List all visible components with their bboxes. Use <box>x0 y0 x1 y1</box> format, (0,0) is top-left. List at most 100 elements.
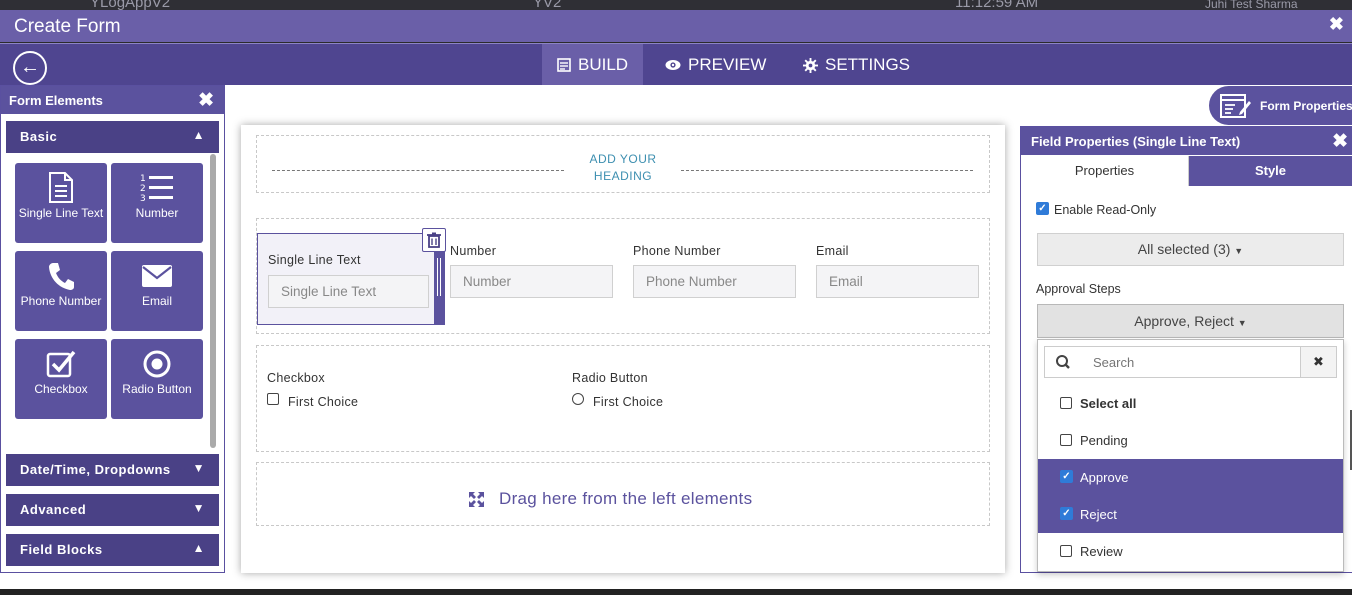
tile-label: Email <box>141 294 172 308</box>
close-panel-icon[interactable]: ✖ <box>1332 130 1348 153</box>
field-resize-handle[interactable] <box>434 250 445 325</box>
approval-steps-dropdown[interactable]: Approve, Reject ▼ <box>1037 304 1344 338</box>
approval-steps-value: Approve, Reject <box>1134 313 1234 329</box>
close-modal-icon[interactable]: ✖ <box>1329 14 1344 35</box>
search-icon <box>1056 355 1070 369</box>
delete-field-button[interactable] <box>422 228 446 252</box>
select-all-checkbox[interactable] <box>1060 397 1072 409</box>
tiles-scrollbar[interactable] <box>210 154 216 448</box>
field-label: Single Line Text <box>268 253 361 267</box>
form-properties-button[interactable]: Form Properties <box>1209 86 1352 125</box>
expand-arrows-icon <box>468 491 485 513</box>
svg-text:3: 3 <box>140 194 146 203</box>
gear-icon <box>803 57 818 73</box>
section-basic[interactable]: Basic ▲ <box>6 121 219 153</box>
number-input[interactable]: Number <box>450 265 613 298</box>
option-approve[interactable]: ✓ Approve <box>1038 459 1343 496</box>
search-icon-box <box>1044 346 1082 378</box>
field-label: Checkbox <box>267 371 325 385</box>
field-label: Radio Button <box>572 371 648 385</box>
tab-properties[interactable]: Properties <box>1021 156 1189 186</box>
background-time: 11:12:59 AM <box>955 0 1039 10</box>
numbered-list-icon: 123 <box>140 174 173 203</box>
tab-preview-label: PREVIEW <box>688 55 767 74</box>
background-bottom-strip <box>0 589 1352 595</box>
tile-label: Single Line Text <box>18 206 104 220</box>
form-elements-title: Form Elements <box>9 93 103 108</box>
add-heading-link[interactable]: ADD YOUR HEADING <box>578 151 668 185</box>
field-properties-header: Field Properties (Single Line Text) ✖ <box>1021 127 1352 155</box>
option-label: Pending <box>1080 433 1128 448</box>
chevron-up-icon: ▲ <box>192 541 205 555</box>
tile-label: Number <box>135 206 179 220</box>
approval-steps-menu: ✖ Select all Pending ✓ Approve ✓ Reject Re… <box>1037 339 1344 572</box>
clear-icon: ✖ <box>1313 354 1324 369</box>
tab-settings-label: SETTINGS <box>825 55 911 74</box>
all-selected-label: All selected (3) <box>1137 241 1231 257</box>
tab-style[interactable]: Style <box>1189 156 1352 186</box>
option-select-all[interactable]: Select all <box>1038 385 1343 422</box>
tab-build-label: BUILD <box>578 55 629 74</box>
all-selected-dropdown[interactable]: All selected (3) ▼ <box>1037 233 1344 266</box>
tab-build[interactable]: BUILD <box>542 44 644 86</box>
phone-number-input[interactable]: Phone Number <box>633 265 796 298</box>
background-user: Juhi Test Sharma <box>1205 0 1298 10</box>
chevron-down-icon: ▼ <box>192 461 205 475</box>
approval-steps-label: Approval Steps <box>1036 282 1121 296</box>
form-canvas: ADD YOUR HEADING Single Line Text Single… <box>241 125 1005 573</box>
field-properties-title: Field Properties (Single Line Text) <box>1031 134 1241 149</box>
background-app-name: YLogAppV2 <box>90 0 171 10</box>
section-advanced[interactable]: Advanced ▼ <box>6 494 219 526</box>
envelope-icon <box>142 265 172 287</box>
option-pending[interactable]: Pending <box>1038 422 1343 459</box>
form-properties-label: Form Properties <box>1260 99 1352 113</box>
checkbox-option-label: First Choice <box>288 395 359 409</box>
form-edit-icon <box>1220 94 1251 118</box>
option-reject[interactable]: ✓ Reject <box>1038 496 1343 533</box>
field-label: Phone Number <box>633 244 721 258</box>
pending-checkbox[interactable] <box>1060 434 1072 446</box>
heading-dropzone[interactable]: ADD YOUR HEADING <box>256 135 990 193</box>
search-input[interactable] <box>1081 346 1301 378</box>
svg-text:2: 2 <box>140 184 146 194</box>
option-label: Select all <box>1080 396 1137 411</box>
drag-hint-text: Drag here from the left elements <box>499 489 753 508</box>
modal-titlebar: Create Form ✖ <box>0 10 1352 42</box>
first-choice-radio[interactable] <box>572 393 584 405</box>
tab-settings[interactable]: SETTINGS <box>788 44 925 86</box>
radio-option-label: First Choice <box>593 395 664 409</box>
checkbox-icon <box>46 350 76 378</box>
field-properties-panel: Field Properties (Single Line Text) ✖ Pr… <box>1020 126 1352 573</box>
option-review[interactable]: Review <box>1038 533 1343 570</box>
close-panel-icon[interactable]: ✖ <box>198 89 214 112</box>
option-label: Review <box>1080 544 1123 559</box>
selected-field-single-line-text[interactable]: Single Line Text Single Line Text <box>257 233 445 325</box>
phone-icon <box>49 263 74 290</box>
caret-down-icon: ▼ <box>1237 318 1247 328</box>
approve-checkbox[interactable]: ✓ <box>1060 470 1073 483</box>
section-field-blocks-label: Field Blocks <box>20 542 103 557</box>
radio-icon <box>143 350 171 378</box>
read-only-label: Enable Read-Only <box>1054 203 1157 217</box>
section-advanced-label: Advanced <box>20 502 87 517</box>
review-checkbox[interactable] <box>1060 545 1072 557</box>
eye-icon <box>665 60 681 70</box>
reject-checkbox[interactable]: ✓ <box>1060 507 1073 520</box>
back-button[interactable]: ← <box>13 51 47 85</box>
caret-down-icon: ▼ <box>1234 246 1244 256</box>
builder-navbar: ← BUILD PREVIEW SETTINGS <box>0 43 1352 86</box>
first-choice-checkbox[interactable] <box>267 393 279 405</box>
single-line-text-input[interactable]: Single Line Text <box>268 275 429 308</box>
field-label: Number <box>450 244 497 258</box>
read-only-checkbox[interactable]: ✓ <box>1036 202 1049 215</box>
field-label: Email <box>816 244 849 258</box>
section-basic-label: Basic <box>20 129 58 144</box>
section-field-blocks[interactable]: Field Blocks ▲ <box>6 534 219 566</box>
background-center-text: YV2 <box>533 0 562 10</box>
tile-label: Radio Button <box>122 382 192 396</box>
tab-preview[interactable]: PREVIEW <box>650 44 781 86</box>
clear-search-button[interactable]: ✖ <box>1300 346 1337 378</box>
email-input[interactable]: Email <box>816 265 979 298</box>
section-datetime[interactable]: Date/Time, Dropdowns ▼ <box>6 454 219 486</box>
chevron-up-icon: ▲ <box>192 128 205 142</box>
